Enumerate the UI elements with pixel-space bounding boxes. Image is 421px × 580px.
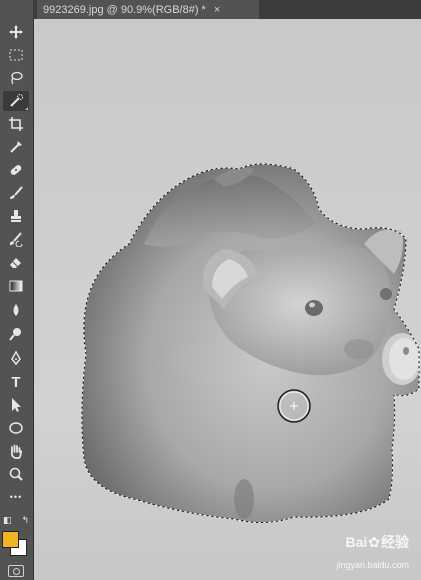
move-tool-icon[interactable] [3, 22, 29, 42]
more-tools-icon[interactable]: ••• [3, 487, 29, 507]
quick-selection-tool-icon[interactable] [3, 91, 29, 111]
marquee-tool-icon[interactable] [3, 45, 29, 65]
swap-colors-icon[interactable]: ↰ [21, 515, 29, 525]
baidu-jingyan-watermark: Bai ✿ 经验 [345, 532, 409, 552]
quick-mask-icon[interactable] [8, 565, 24, 577]
paw-logo-icon: ✿ [368, 533, 380, 550]
blur-tool-icon[interactable] [3, 300, 29, 320]
document-canvas[interactable]: Bai ✿ 经验 jingyan.baidu.com [34, 19, 421, 580]
document-tab-title: 9923269.jpg @ 90.9%(RGB/8#) * [43, 3, 206, 16]
zoom-tool-icon[interactable] [3, 464, 29, 484]
path-selection-tool-icon[interactable] [3, 395, 29, 415]
foreground-color-swatch[interactable] [2, 531, 19, 548]
default-colors-icon[interactable]: ◧ [3, 515, 12, 525]
brush-tool-icon[interactable] [3, 183, 29, 203]
eyedropper-tool-icon[interactable] [3, 137, 29, 157]
gradient-tool-icon[interactable] [3, 276, 29, 296]
document-tab-bar: 9923269.jpg @ 90.9%(RGB/8#) * × [33, 0, 421, 19]
crop-tool-icon[interactable] [3, 114, 29, 134]
dodge-tool-icon[interactable] [3, 324, 29, 344]
piggy-bank-image [81, 163, 421, 523]
lasso-tool-icon[interactable] [3, 68, 29, 88]
ellipse-tool-icon[interactable] [3, 418, 29, 438]
eraser-tool-icon[interactable] [3, 252, 29, 272]
close-icon[interactable]: × [214, 4, 220, 16]
default-swap-colors[interactable]: ◧ ↰ [3, 515, 29, 525]
tools-panel: T ••• ◧ ↰ [0, 0, 34, 580]
history-brush-tool-icon[interactable] [3, 229, 29, 249]
watermark-brand-right: 经验 [381, 534, 409, 550]
healing-brush-tool-icon[interactable] [3, 160, 29, 180]
type-tool-icon[interactable]: T [3, 372, 29, 392]
document-tab[interactable]: 9923269.jpg @ 90.9%(RGB/8#) * × [37, 0, 259, 19]
watermark-brand-left: Bai [345, 534, 368, 550]
watermark-url: jingyan.baidu.com [336, 560, 409, 570]
hand-tool-icon[interactable] [3, 441, 29, 461]
pen-tool-icon[interactable] [3, 348, 29, 368]
clone-stamp-tool-icon[interactable] [3, 206, 29, 226]
